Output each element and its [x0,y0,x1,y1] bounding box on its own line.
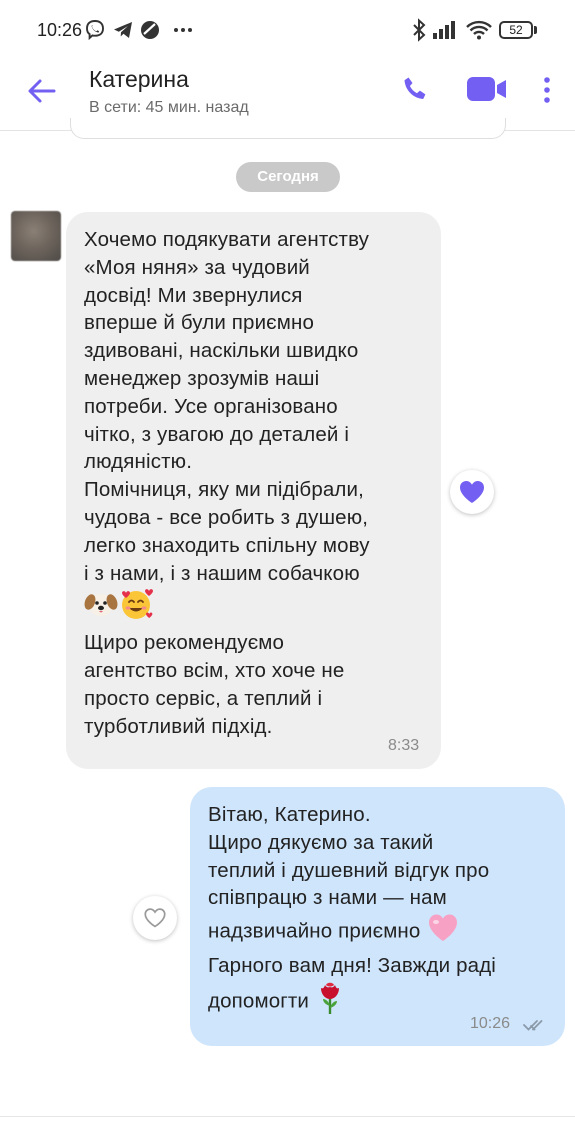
smiling-face-with-hearts-emoji [118,587,154,629]
wifi-icon [465,18,493,42]
contact-status: В сети: 45 мин. назад [89,99,249,116]
more-options-icon[interactable] [540,76,554,109]
message-time: 10:26 [470,1015,511,1032]
read-double-check-icon [523,1018,549,1037]
incoming-message[interactable]: Хочемо подякувати агентству «Моя няня» з… [66,212,441,769]
battery-level: 52 [499,21,533,39]
reaction-heart-outline-icon[interactable] [133,896,177,940]
rose-emoji [315,980,345,1024]
battery-icon [534,26,537,34]
message-time: 8:33 [388,737,420,754]
viber-notification-icon [84,18,106,42]
composer-divider [0,1116,575,1117]
date-separator: Сегодня [236,162,340,192]
pink-heart-emoji [426,912,460,952]
app-notification-icon [139,18,161,42]
reaction-purple-heart-icon[interactable] [450,470,494,514]
phone-call-icon[interactable] [400,74,430,109]
message-text-part: Гарного вам дня! Завжди раді допомогти [208,953,497,1013]
message-text: Вітаю, Катерино. Щиро дякуємо за такий т… [208,801,553,1024]
status-bar: 10:26 52 [0,0,575,62]
telegram-notification-icon [112,18,134,42]
outgoing-message[interactable]: Вітаю, Катерино. Щиро дякуємо за такий т… [190,787,565,1046]
contact-name[interactable]: Катерина [89,66,189,93]
dog-face-emoji [84,589,118,627]
message-text-part: Щиро рекомендуємо агентство всім, хто хо… [84,631,345,738]
video-call-icon[interactable] [466,75,508,108]
back-arrow-icon[interactable] [24,76,60,106]
contact-avatar[interactable] [11,211,61,261]
bluetooth-icon [408,18,430,42]
more-notifications-icon [172,18,194,42]
message-text-part: Хочемо подякувати агентству «Моя няня» з… [84,228,370,585]
signal-icon [432,18,460,42]
previous-message-edge [70,118,506,139]
message-text: Хочемо подякувати агентству «Моя няня» з… [84,226,429,740]
status-time: 10:26 [37,20,83,40]
